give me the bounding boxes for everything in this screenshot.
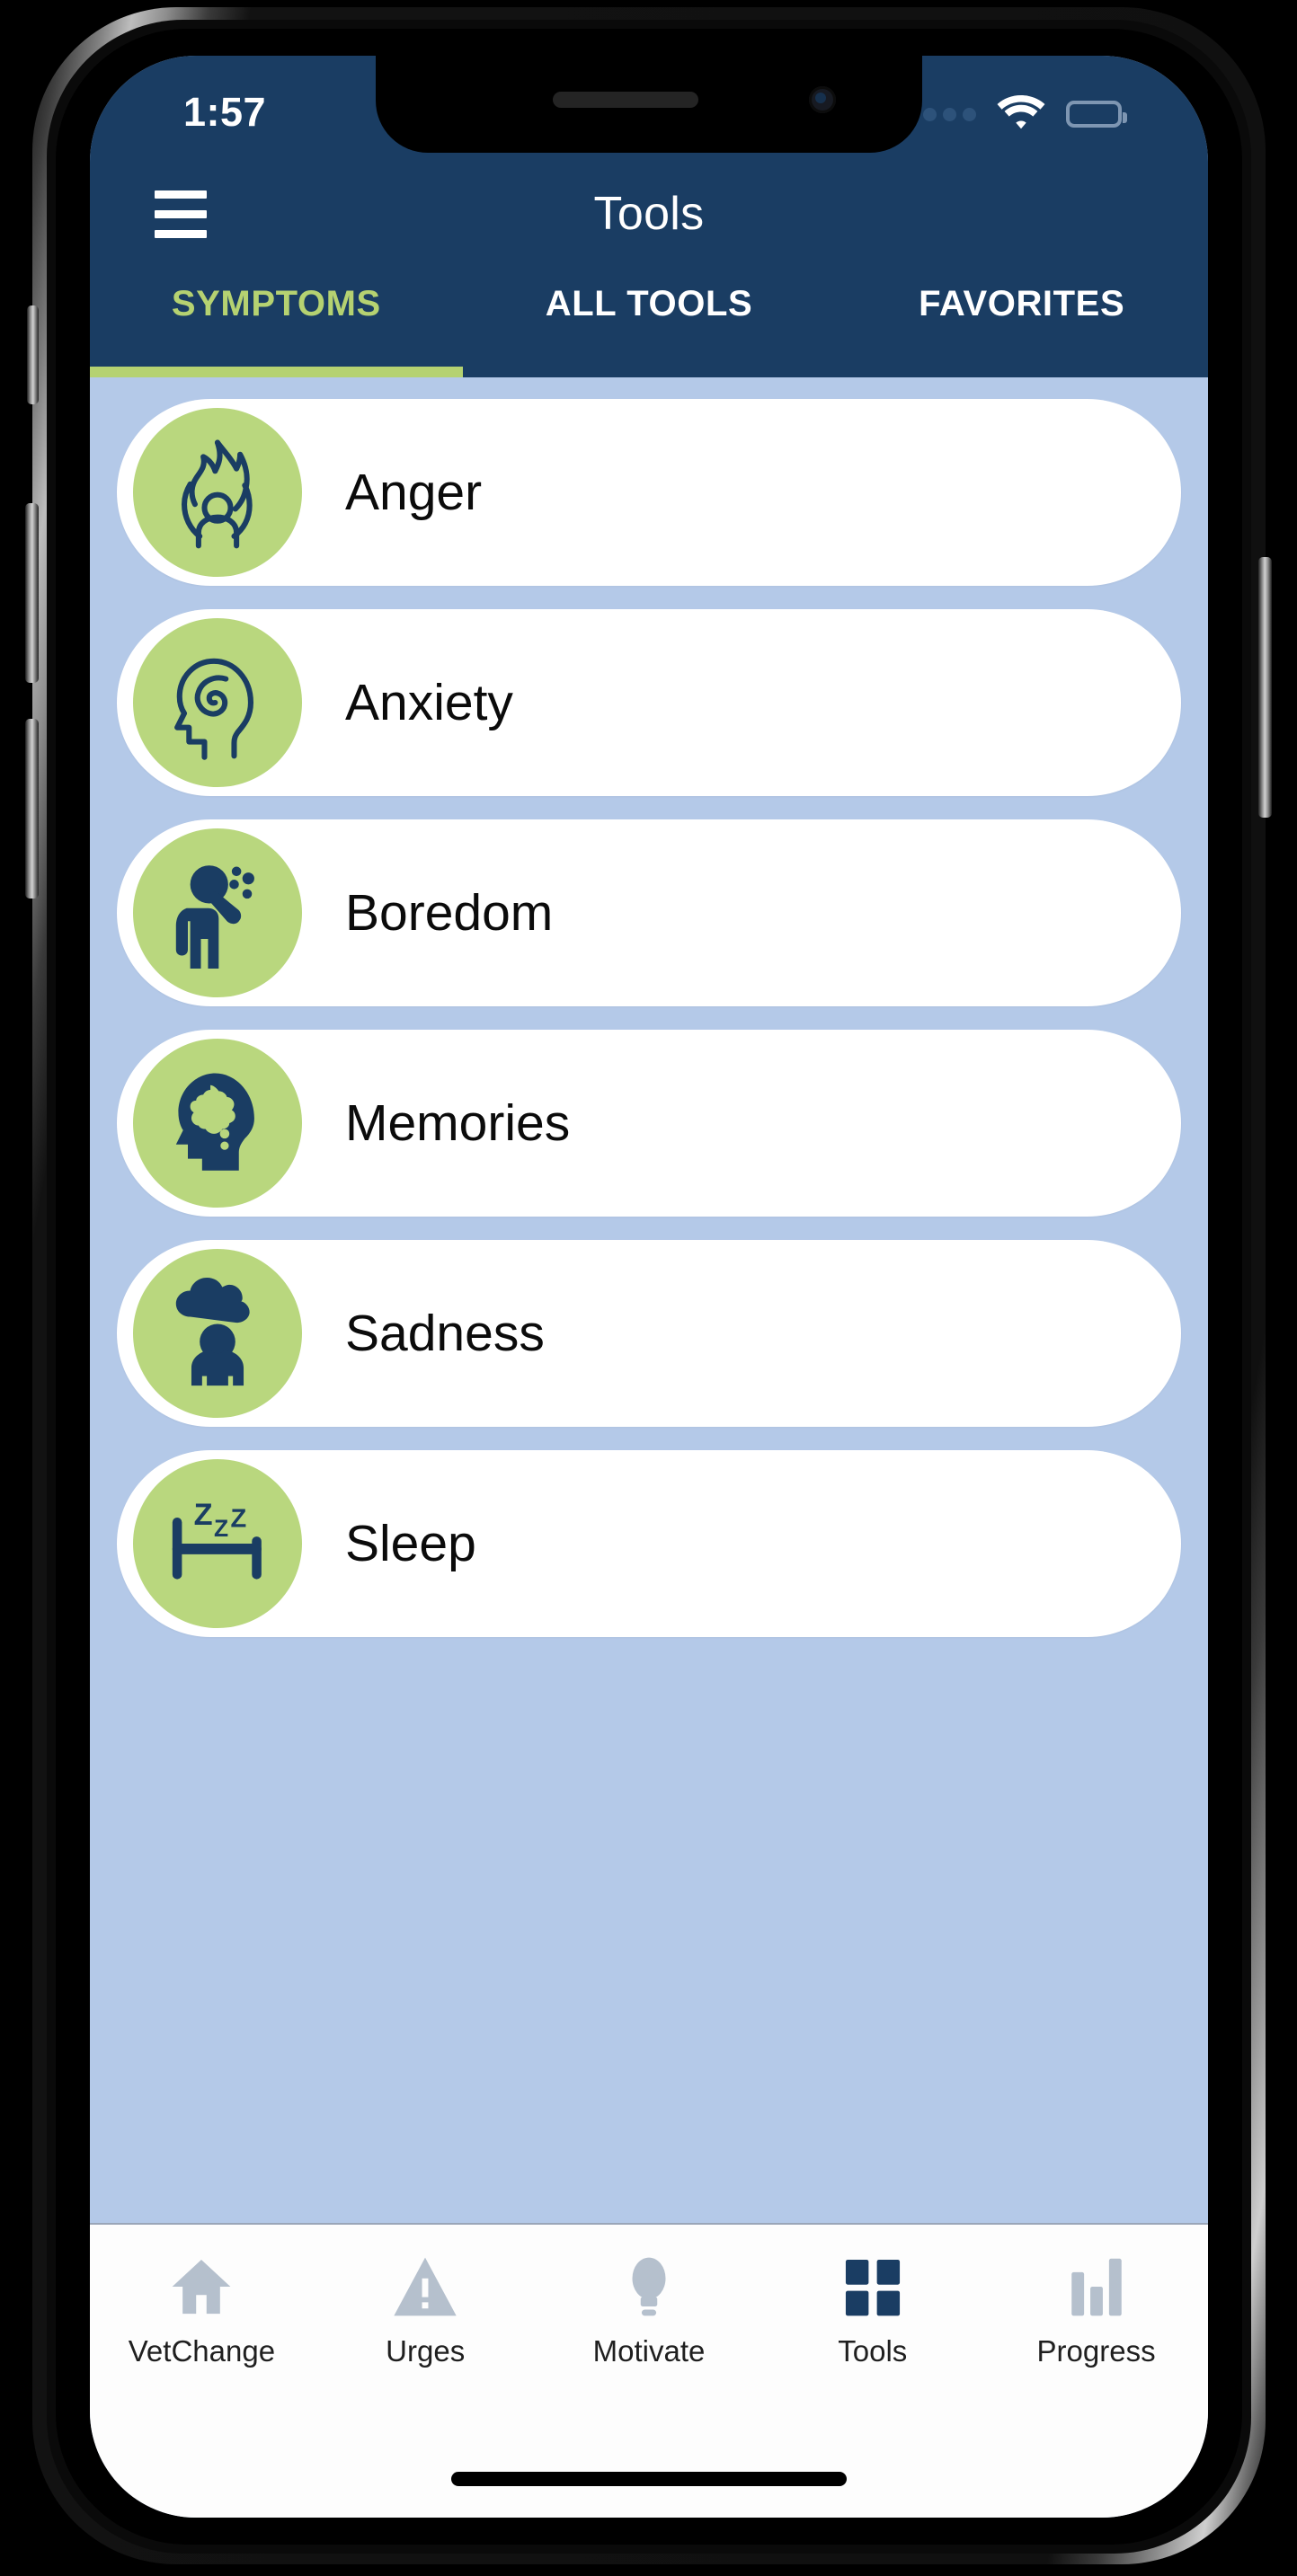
power-button[interactable] (1258, 557, 1272, 818)
list-item-anxiety[interactable]: Anxiety (117, 609, 1181, 796)
list-item-anger[interactable]: Anger (117, 399, 1181, 586)
phone-scene: 1:57 Tools SYMPTOMS ALL TOOLS FAVORITES … (0, 0, 1297, 2576)
bottom-nav-tools-label: Tools (838, 2334, 908, 2368)
svg-text:Z: Z (194, 1498, 213, 1532)
phone-screen: 1:57 Tools SYMPTOMS ALL TOOLS FAVORITES … (90, 56, 1208, 2518)
tab-favorites-label: FAVORITES (919, 284, 1125, 323)
bottom-nav-progress[interactable]: Progress (984, 2252, 1208, 2368)
volume-up-button[interactable] (25, 503, 39, 683)
bottom-nav-vetchange-label: VetChange (128, 2334, 276, 2368)
bottom-nav-vetchange[interactable]: VetChange (90, 2252, 314, 2368)
app-header: Tools (90, 156, 1208, 271)
page-title: Tools (593, 188, 705, 240)
silent-switch-button[interactable] (27, 305, 39, 404)
symptoms-list: Anger Anxiety Boredom Memories Sadness Z… (90, 377, 1208, 2223)
list-item-boredom[interactable]: Boredom (117, 819, 1181, 1006)
list-item-anger-label: Anger (345, 464, 483, 521)
tab-all-tools-label: ALL TOOLS (545, 284, 753, 323)
head-spiral-icon (133, 618, 302, 787)
list-item-anxiety-label: Anxiety (345, 674, 513, 731)
list-item-boredom-label: Boredom (345, 884, 554, 942)
tab-all-tools-underline (463, 367, 836, 377)
tab-bar: SYMPTOMS ALL TOOLS FAVORITES (90, 271, 1208, 377)
bar-chart-icon (1063, 2252, 1130, 2322)
list-item-sadness-label: Sadness (345, 1305, 545, 1362)
list-item-memories-label: Memories (345, 1094, 571, 1152)
home-indicator[interactable] (451, 2472, 847, 2486)
home-icon (168, 2252, 235, 2322)
bottom-nav-tools[interactable]: Tools (760, 2252, 984, 2368)
bottom-nav-motivate[interactable]: Motivate (537, 2252, 761, 2368)
list-item-sleep-label: Sleep (345, 1515, 476, 1572)
warning-icon (392, 2252, 458, 2322)
front-camera-icon (809, 86, 836, 113)
bottom-nav-progress-label: Progress (1036, 2334, 1156, 2368)
grid-icon (839, 2252, 906, 2322)
tab-symptoms-label: SYMPTOMS (171, 284, 381, 323)
battery-full-icon (1066, 101, 1127, 128)
list-item-sleep[interactable]: Z Z Z Sleep (117, 1450, 1181, 1637)
head-thought-bubble-icon (133, 1039, 302, 1208)
rain-cloud-person-icon (133, 1249, 302, 1418)
tab-all-tools[interactable]: ALL TOOLS (463, 271, 836, 377)
home-indicator-area (90, 2440, 1208, 2518)
status-bar-time: 1:57 (183, 89, 267, 135)
tab-symptoms-underline (90, 367, 463, 377)
list-item-memories[interactable]: Memories (117, 1030, 1181, 1217)
list-item-sadness[interactable]: Sadness (117, 1240, 1181, 1427)
person-sighing-icon (133, 828, 302, 997)
wifi-icon (996, 94, 1046, 135)
lightbulb-icon (616, 2252, 682, 2322)
volume-down-button[interactable] (25, 719, 39, 899)
tab-symptoms[interactable]: SYMPTOMS (90, 271, 463, 377)
bottom-nav-urges[interactable]: Urges (314, 2252, 537, 2368)
bottom-navigation-bar: VetChange Urges Motivate Tools Progress (90, 2223, 1208, 2440)
bed-zzz-icon: Z Z Z (133, 1459, 302, 1628)
tab-favorites-underline (835, 367, 1208, 377)
display-notch (376, 56, 922, 153)
bottom-nav-urges-label: Urges (386, 2334, 466, 2368)
tab-favorites[interactable]: FAVORITES (835, 271, 1208, 377)
bottom-nav-motivate-label: Motivate (592, 2334, 706, 2368)
status-bar-icons (903, 94, 1127, 135)
flame-person-icon (133, 408, 302, 577)
earpiece-speaker (553, 92, 698, 108)
svg-text:Z: Z (231, 1505, 247, 1534)
svg-text:Z: Z (214, 1515, 228, 1542)
